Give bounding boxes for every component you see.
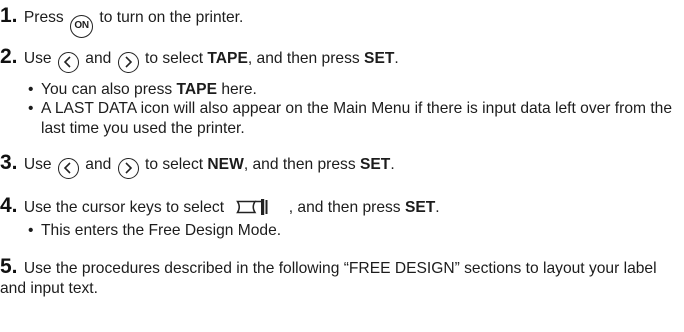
step-text: Use the procedures described in the foll…: [0, 260, 657, 297]
on-button-label: ON: [74, 20, 89, 31]
bullet-item: • This enters the Free Design Mode.: [28, 221, 678, 241]
chevron-right-icon: [117, 51, 139, 73]
step-3: 3. Use and to select NEW, and then press…: [0, 151, 680, 179]
step-text: Use the cursor keys to select: [23, 199, 225, 216]
bullet-item: • A LAST DATA icon will also appear on t…: [28, 99, 678, 139]
key-tape: TAPE: [176, 81, 217, 98]
key-set: SET: [364, 50, 395, 67]
step-text: and: [85, 50, 112, 67]
step-text: Use: [23, 156, 52, 173]
step-text: Press: [23, 9, 64, 26]
bullet-text: here.: [221, 81, 257, 98]
step-text: to select: [145, 50, 204, 67]
step-text: .: [390, 156, 395, 173]
bullet-text: You can also press: [41, 81, 173, 98]
step-text: .: [394, 50, 399, 67]
bullet-text: A LAST DATA icon will also appear on the…: [41, 100, 673, 137]
bullet-dot: •: [28, 81, 34, 98]
chevron-left-icon: [57, 51, 79, 73]
key-new: NEW: [207, 156, 244, 173]
step-1: 1. Press ON to turn on the printer.: [0, 4, 680, 38]
step-text: , and then press: [288, 199, 401, 216]
chevron-left-icon: [57, 157, 79, 179]
step-number: 3.: [0, 151, 18, 174]
step-number: 1.: [0, 4, 18, 27]
key-set: SET: [360, 156, 391, 173]
step-text: and: [85, 156, 112, 173]
bullet-dot: •: [28, 100, 34, 117]
step-4: 4. Use the cursor keys to select , and t…: [0, 194, 680, 223]
step-text: to turn on the printer.: [99, 9, 244, 26]
step-text: to select: [145, 156, 204, 173]
bullet-text: This enters the Free Design Mode.: [41, 222, 282, 239]
step-text: Use: [23, 50, 52, 67]
chevron-right-icon: [117, 157, 139, 179]
bullet-dot: •: [28, 222, 34, 239]
step-2: 2. Use and to select TAPE, and then pres…: [0, 45, 680, 73]
step-number: 5.: [0, 255, 18, 278]
step-text: , and then press: [243, 156, 356, 173]
step-5: 5. Use the procedures described in the f…: [0, 255, 678, 299]
step-number: 2.: [0, 45, 18, 68]
bullet-item: • You can also press TAPE here.: [28, 80, 678, 100]
step-number: 4.: [0, 194, 18, 217]
free-design-tape-icon: [236, 197, 270, 223]
key-set: SET: [404, 199, 436, 216]
key-tape: TAPE: [207, 50, 248, 67]
step-text: .: [435, 199, 440, 216]
on-button-icon: ON: [70, 14, 94, 38]
step-text: , and then press: [247, 50, 360, 67]
